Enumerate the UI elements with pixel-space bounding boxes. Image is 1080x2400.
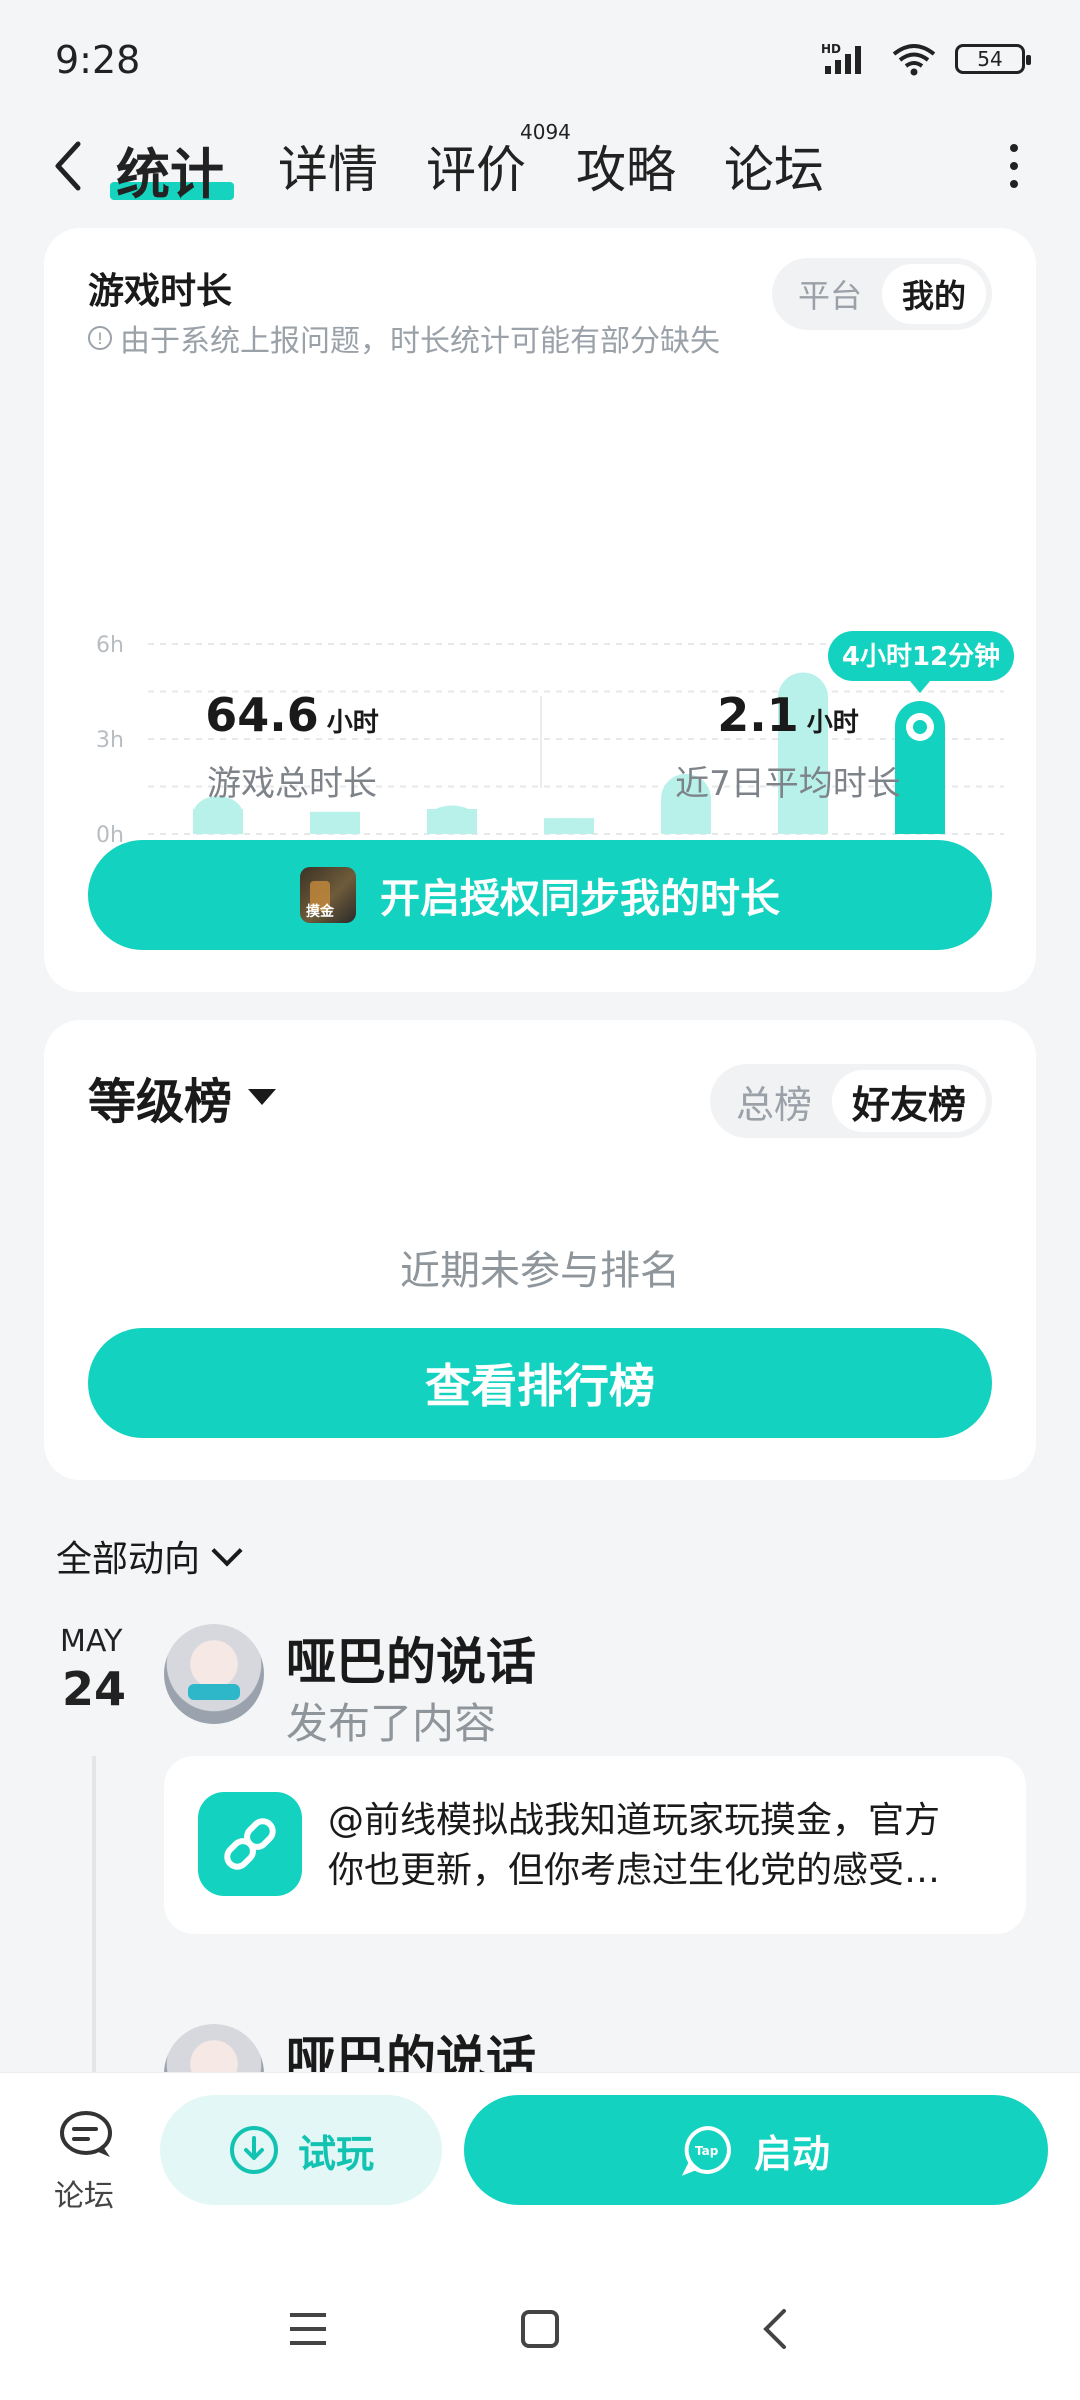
tab-details[interactable]: 详情 <box>278 130 378 202</box>
launch-button[interactable]: Tap 启动 <box>464 2095 1048 2205</box>
playtime-title: 游戏时长 <box>88 271 233 312</box>
avg-playtime-label: 近7日平均时长 <box>675 764 901 804</box>
chevron-down-icon <box>211 1535 243 1567</box>
total-playtime-stat: 64.6 小时 游戏总时长 <box>44 688 540 805</box>
post-text: @前线模拟战我知道玩家玩摸金，官方 你也更新，但你考虑过生化党的感受… <box>328 1800 941 1891</box>
top-nav: 统计 详情 评价 4094 攻略 论坛 <box>0 120 1080 220</box>
y-tick-label: 6h <box>96 633 124 658</box>
back-arrow-icon[interactable] <box>48 136 88 196</box>
trial-label: 试玩 <box>297 2131 374 2176</box>
playtime-note-text: 由于系统上报问题，时长统计可能有部分缺失 <box>120 324 720 359</box>
taptap-logo-icon: Tap <box>681 2125 731 2176</box>
rank-scope-toggle: 总榜 好友榜 <box>709 1064 992 1138</box>
avg-playtime-value: 2.1 <box>717 688 799 742</box>
tab-reviews[interactable]: 评价 <box>426 130 526 202</box>
game-thumbnail-label: 摸金 <box>306 904 334 920</box>
sync-playtime-label: 开启授权同步我的时长 <box>380 876 780 922</box>
chart-bar-base <box>193 809 243 834</box>
wifi-icon <box>892 44 936 76</box>
feed-filter-dropdown[interactable]: 全部动向 <box>56 1530 243 1582</box>
download-icon <box>229 2126 278 2174</box>
total-playtime-value: 64.6 <box>205 688 319 742</box>
info-icon: ! <box>88 326 112 350</box>
post-date-month: MAY <box>60 1624 123 1659</box>
post-action: 发布了内容 <box>286 1699 497 1748</box>
forum-icon[interactable] <box>56 2107 116 2163</box>
taptap-logo-text: Tap <box>695 2144 719 2158</box>
more-options-icon[interactable] <box>1008 144 1020 188</box>
bottom-action-bar: 论坛 试玩 Tap 启动 <box>0 2072 1080 2400</box>
view-leaderboard-button[interactable]: 查看排行榜 <box>88 1328 992 1438</box>
post-date-day: 24 <box>62 1662 127 1716</box>
chart-bar-base <box>661 809 711 834</box>
system-back-icon[interactable] <box>756 2309 796 2349</box>
status-bar: 9:28 HD 54 <box>0 0 1080 120</box>
toggle-friends[interactable]: 好友榜 <box>831 1070 986 1132</box>
chart-bar-base <box>544 818 594 834</box>
system-nav-bar <box>0 2309 1080 2369</box>
toggle-mine[interactable]: 我的 <box>881 264 986 324</box>
playtime-chart: 0h3h6h5/195/205/215/225/235/245/254小时12分… <box>96 631 1014 874</box>
timeline-line <box>92 1756 96 2076</box>
playtime-source-toggle: 平台 我的 <box>771 258 992 330</box>
caret-down-icon <box>248 1089 277 1105</box>
feed-filter-label: 全部动向 <box>56 1539 201 1580</box>
total-playtime-label: 游戏总时长 <box>207 764 377 804</box>
rank-dropdown[interactable]: 等级榜 <box>88 1062 277 1132</box>
status-time: 9:28 <box>55 38 141 82</box>
rank-card: 等级榜 总榜 好友榜 近期未参与排名 查看排行榜 <box>44 1020 1036 1480</box>
sync-playtime-button[interactable]: 摸金 开启授权同步我的时长 <box>88 840 992 950</box>
chart-bar-base <box>310 811 360 834</box>
home-icon[interactable] <box>520 2309 560 2349</box>
tab-stats[interactable]: 统计 <box>116 130 224 209</box>
tab-forum[interactable]: 论坛 <box>724 130 824 202</box>
total-playtime-unit: 小时 <box>326 708 379 738</box>
playtime-note: ! 由于系统上报问题，时长统计可能有部分缺失 <box>88 316 720 360</box>
cellular-signal-icon: HD <box>821 42 861 74</box>
network-type-label: HD <box>821 42 841 56</box>
launch-label: 启动 <box>753 2131 830 2176</box>
battery-indicator: 54 <box>955 44 1031 74</box>
avatar[interactable] <box>164 1624 264 1724</box>
post-author[interactable]: 哑巴的说话 <box>286 1622 536 1694</box>
rank-title: 等级榜 <box>88 1074 233 1130</box>
status-icons: HD 54 <box>821 42 1031 76</box>
toggle-overall[interactable]: 总榜 <box>716 1070 832 1132</box>
trial-button[interactable]: 试玩 <box>160 2095 442 2205</box>
avg-playtime-stat: 2.1 小时 近7日平均时长 <box>540 688 1036 805</box>
playtime-card: 游戏时长 ! 由于系统上报问题，时长统计可能有部分缺失 平台 我的 0h 3h 6h… <box>44 228 1036 992</box>
rank-empty-text: 近期未参与排名 <box>400 1248 680 1294</box>
menu-icon[interactable] <box>288 2309 328 2349</box>
toggle-platform[interactable]: 平台 <box>778 264 882 324</box>
link-icon <box>198 1792 302 1896</box>
post-card[interactable]: @前线模拟战我知道玩家玩摸金，官方 你也更新，但你考虑过生化党的感受… <box>164 1756 1026 1934</box>
tooltip-text: 4小时12分钟 <box>842 641 1000 672</box>
forum-label: 论坛 <box>54 2179 114 2214</box>
tab-guides[interactable]: 攻略 <box>576 130 676 202</box>
chart-bar-base <box>895 809 945 834</box>
chart-bar-base <box>427 809 477 834</box>
chart-bar-base <box>778 809 828 834</box>
game-thumbnail: 摸金 <box>300 867 356 923</box>
reviews-count-badge: 4094 <box>520 120 571 144</box>
avg-playtime-unit: 小时 <box>806 708 859 738</box>
